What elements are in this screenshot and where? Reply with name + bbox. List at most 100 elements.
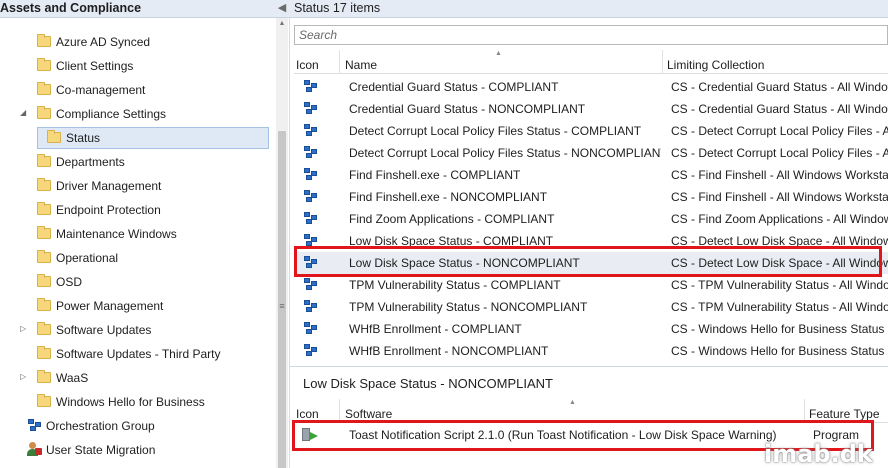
collapse-pane-icon[interactable]: ◀ [276, 0, 288, 17]
configuration-baseline-icon [304, 124, 318, 137]
table-row[interactable]: Credential Guard Status - COMPLIANT CS - … [294, 76, 888, 98]
sort-ascending-icon: ▲ [495, 50, 502, 57]
row-limiting-collection: CS - Detect Corrupt Local Policy Files -… [671, 124, 888, 138]
table-row[interactable]: TPM Vulnerability Status - NONCOMPLIANT C… [294, 296, 888, 318]
row-limiting-collection: CS - Find Finshell - All Windows Worksta… [671, 168, 888, 182]
folder-icon [47, 130, 61, 143]
column-header-icon[interactable]: Icon [296, 50, 319, 74]
table-row[interactable]: WHfB Enrollment - NONCOMPLIANT CS - Windo… [294, 340, 888, 362]
configuration-baseline-icon [304, 322, 318, 335]
tree-item-label: User State Migration [46, 443, 156, 457]
table-row[interactable]: Detect Corrupt Local Policy Files Status… [294, 120, 888, 142]
scroll-thumb[interactable] [278, 131, 286, 468]
expander-icon[interactable] [20, 348, 30, 358]
row-limiting-collection: CS - TPM Vulnerability Status - All Wind… [671, 300, 888, 314]
column-separator[interactable] [339, 50, 340, 74]
folder-icon [37, 202, 51, 215]
user-migration-icon [26, 442, 42, 457]
grid-header: ▲ Icon Name Limiting Collection [294, 50, 888, 74]
expander-icon[interactable] [20, 396, 30, 406]
expander-icon[interactable] [30, 132, 40, 142]
tree-item-label: Departments [56, 155, 125, 169]
tree-item[interactable]: ▷ WaaS [0, 367, 276, 389]
tree-item-label: Software Updates - Third Party [56, 347, 221, 361]
tree-item[interactable]: OSD [0, 271, 276, 293]
tree-item[interactable]: Operational [0, 247, 276, 269]
row-name: Detect Corrupt Local Policy Files Status… [349, 146, 661, 160]
tree-item[interactable]: Driver Management [0, 175, 276, 197]
tree-item[interactable]: Status [0, 127, 276, 149]
tree-item-label: Client Settings [56, 59, 134, 73]
tree-item-label: Windows Hello for Business [56, 395, 205, 409]
selected-row-highlight-box [294, 246, 882, 277]
search-input[interactable] [295, 26, 887, 44]
row-name: Credential Guard Status - NONCOMPLIANT [349, 102, 586, 116]
folder-icon [37, 226, 51, 239]
tree-item[interactable]: Software Updates - Third Party [0, 343, 276, 365]
table-row[interactable]: Detect Corrupt Local Policy Files Status… [294, 142, 888, 164]
orchestration-group-icon [28, 419, 42, 432]
column-header-limiting-collection[interactable]: Limiting Collection [667, 50, 764, 74]
expander-icon[interactable]: ◢ [20, 108, 30, 118]
row-limiting-collection: CS - TPM Vulnerability Status - All Wind… [671, 278, 888, 292]
tree-item[interactable]: Client Settings [0, 55, 276, 77]
expander-icon[interactable] [20, 156, 30, 166]
content-title: Status 17 items [294, 1, 381, 15]
expander-icon[interactable] [20, 36, 30, 46]
row-limiting-collection: CS - Find Zoom Applications - All Window… [671, 212, 888, 226]
tree-item[interactable]: Windows Hello for Business [0, 391, 276, 413]
folder-icon [37, 370, 51, 383]
configuration-baseline-icon [304, 102, 318, 115]
nav-title: Assets and Compliance [0, 1, 142, 15]
expander-icon[interactable] [20, 228, 30, 238]
table-row[interactable]: Credential Guard Status - NONCOMPLIANT CS… [294, 98, 888, 120]
tree-item[interactable]: Co-management [0, 79, 276, 101]
table-row[interactable]: TPM Vulnerability Status - COMPLIANT CS -… [294, 274, 888, 296]
row-limiting-collection: CS - Windows Hello for Business Status -… [671, 344, 888, 358]
configuration-baseline-icon [304, 300, 318, 313]
nav-scrollbar[interactable]: ▲ ≡ [276, 18, 288, 468]
expander-icon[interactable] [20, 84, 30, 94]
content-header: Status 17 items [290, 0, 888, 18]
tree-item[interactable]: Azure AD Synced [0, 31, 276, 53]
expander-icon[interactable] [20, 180, 30, 190]
expander-icon[interactable] [20, 204, 30, 214]
tree-item[interactable]: Orchestration Group [0, 415, 276, 437]
folder-icon [37, 106, 51, 119]
search-box[interactable] [294, 25, 888, 45]
tree-item[interactable]: Endpoint Protection [0, 199, 276, 221]
column-header-name[interactable]: Name [345, 50, 377, 74]
table-row[interactable]: WHfB Enrollment - COMPLIANT CS - Windows … [294, 318, 888, 340]
scroll-up-arrow-icon[interactable]: ▲ [276, 20, 288, 30]
tree-item[interactable]: Power Management [0, 295, 276, 317]
tree-item-label: Maintenance Windows [56, 227, 177, 241]
expander-icon[interactable] [20, 252, 30, 262]
row-name: WHfB Enrollment - COMPLIANT [349, 322, 522, 336]
expander-icon[interactable]: ▷ [20, 372, 30, 382]
table-row[interactable]: Find Zoom Applications - COMPLIANT CS - F… [294, 208, 888, 230]
tree-item[interactable]: ◢ Compliance Settings [0, 103, 276, 125]
expander-icon[interactable] [20, 300, 30, 310]
tree-item[interactable]: ▷ Software Updates [0, 319, 276, 341]
row-name: Find Finshell.exe - NONCOMPLIANT [349, 190, 548, 204]
expander-icon[interactable] [20, 60, 30, 70]
tree-item-label: Power Management [56, 299, 164, 313]
expander-icon[interactable] [20, 276, 30, 286]
configuration-baseline-icon [304, 80, 318, 93]
folder-icon [37, 250, 51, 263]
tree-item[interactable]: User State Migration [0, 439, 276, 461]
column-separator[interactable] [662, 50, 663, 74]
table-row[interactable]: Find Finshell.exe - COMPLIANT CS - Find F… [294, 164, 888, 186]
tree-item[interactable]: Departments [0, 151, 276, 173]
details-title: Low Disk Space Status - NONCOMPLIANT [303, 376, 553, 391]
tree-item-label: Co-management [56, 83, 146, 97]
folder-icon [37, 58, 51, 71]
row-limiting-collection: CS - Detect Corrupt Local Policy Files -… [671, 146, 888, 160]
tree-item-label: Azure AD Synced [56, 35, 151, 49]
configuration-baseline-icon [304, 190, 318, 203]
tree-item[interactable]: Maintenance Windows [0, 223, 276, 245]
expander-icon[interactable]: ▷ [20, 324, 30, 334]
folder-icon [37, 322, 51, 335]
row-name: Detect Corrupt Local Policy Files Status… [349, 124, 642, 138]
table-row[interactable]: Find Finshell.exe - NONCOMPLIANT CS - Fin… [294, 186, 888, 208]
